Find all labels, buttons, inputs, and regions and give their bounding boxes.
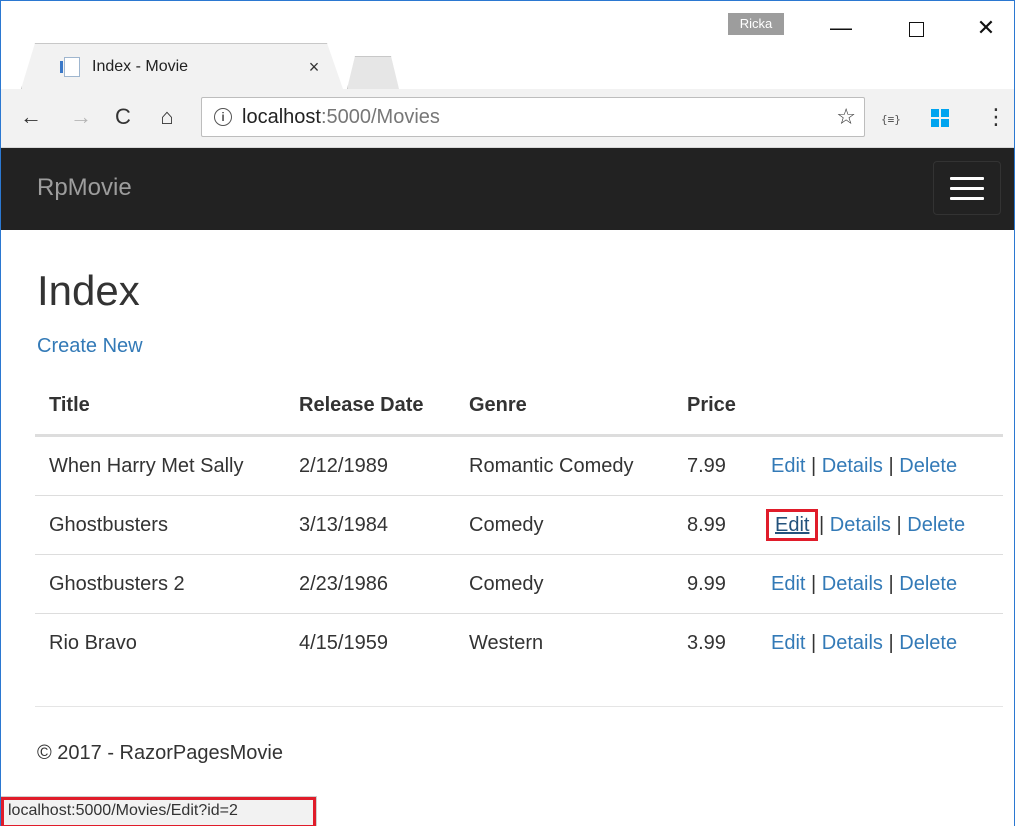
menu-kebab-icon[interactable]: ⋮ <box>985 101 1007 133</box>
brand-link[interactable]: RpMovie <box>37 174 132 202</box>
separator: | <box>811 454 817 477</box>
tab-index-movie[interactable]: Index - Movie × <box>21 43 343 89</box>
delete-link[interactable]: Delete <box>899 573 957 595</box>
table-row: Rio Bravo 4/15/1959 Western 3.99 Edit | … <box>35 614 1003 673</box>
edit-link[interactable]: Edit <box>771 455 805 477</box>
hamburger-bar <box>950 187 984 190</box>
json-extension-icon[interactable]: {≡} <box>881 113 901 126</box>
hamburger-menu-button[interactable] <box>933 161 1001 215</box>
separator: | <box>811 631 817 654</box>
site-navbar: RpMovie <box>1 148 1014 230</box>
separator: | <box>819 513 825 536</box>
url-path: :5000/Movies <box>320 105 440 128</box>
table-row: Ghostbusters 3/13/1984 Comedy 8.99 Edit … <box>35 495 1003 555</box>
back-arrow-icon[interactable]: ← <box>17 101 45 133</box>
page-title: Index <box>37 267 140 314</box>
cell-genre: Western <box>469 631 544 654</box>
column-header-release-date: Release Date <box>285 376 455 437</box>
bookmark-star-icon[interactable]: ☆ <box>836 104 856 130</box>
browser-toolbar: ← → C ⌂ i localhost:5000/Movies ☆ {≡} ⋮ <box>1 89 1014 148</box>
cell-price: 9.99 <box>673 554 757 614</box>
table-row: When Harry Met Sally 2/12/1989 Romantic … <box>35 435 1003 496</box>
maximize-button[interactable] <box>893 11 939 45</box>
tab-close-icon[interactable]: × <box>304 57 324 78</box>
status-bar-url: localhost:5000/Movies/Edit?id=2 <box>1 796 317 826</box>
profile-badge[interactable]: Ricka <box>728 13 784 35</box>
windows-extension-icon[interactable] <box>931 109 949 127</box>
home-icon[interactable]: ⌂ <box>153 101 181 133</box>
address-bar[interactable]: i localhost:5000/Movies ☆ <box>201 97 865 137</box>
page-favicon-icon <box>60 57 80 77</box>
cell-title: Ghostbusters 2 <box>35 554 285 614</box>
tab-strip: Index - Movie × Ricka — ✕ <box>1 1 1014 89</box>
footer-divider <box>35 706 1003 707</box>
separator: | <box>896 513 902 536</box>
cell-price: 3.99 <box>687 631 726 654</box>
cell-genre: Comedy <box>455 495 673 555</box>
delete-link[interactable]: Delete <box>899 632 957 654</box>
separator: | <box>888 454 894 477</box>
cell-actions: Edit | Details | Delete <box>757 435 1003 496</box>
tab-title: Index - Movie <box>92 58 189 75</box>
movies-table: Title Release Date Genre Price When Harr… <box>35 376 1003 672</box>
cell-release-date: 2/12/1989 <box>285 435 455 496</box>
column-header-title: Title <box>35 376 285 437</box>
cell-release-date: 2/23/1986 <box>285 554 455 614</box>
cell-release-date: 3/13/1984 <box>285 495 455 555</box>
edit-link[interactable]: Edit <box>771 632 805 654</box>
minimize-button[interactable]: — <box>818 11 864 45</box>
details-link[interactable]: Details <box>822 573 883 595</box>
table-header-row: Title Release Date Genre Price <box>35 376 1003 437</box>
column-header-actions <box>757 376 1003 437</box>
delete-link[interactable]: Delete <box>899 455 957 477</box>
column-header-price: Price <box>673 376 757 437</box>
separator: | <box>888 572 894 595</box>
cell-price: 8.99 <box>673 495 757 555</box>
details-link[interactable]: Details <box>822 632 883 654</box>
cell-actions: Edit | Details | Delete <box>757 554 1003 614</box>
maximize-icon <box>908 21 924 37</box>
url-text[interactable]: localhost:5000/Movies <box>242 106 836 129</box>
forward-arrow-icon[interactable]: → <box>67 101 95 133</box>
edit-link-highlighted[interactable]: Edit <box>765 508 819 541</box>
cell-price: 7.99 <box>673 435 757 496</box>
cell-genre: Romantic Comedy <box>455 435 673 496</box>
column-header-genre: Genre <box>455 376 673 437</box>
cell-release-date: 4/15/1959 <box>299 631 388 654</box>
browser-window: Index - Movie × Ricka — ✕ ← → C ⌂ i loca… <box>0 0 1015 826</box>
hamburger-bar <box>950 197 984 200</box>
create-new-link[interactable]: Create New <box>37 335 143 358</box>
reload-icon[interactable]: C <box>109 101 137 133</box>
hamburger-bar <box>950 177 984 180</box>
cell-title: Rio Bravo <box>49 631 137 654</box>
delete-link[interactable]: Delete <box>907 514 965 536</box>
new-tab-button[interactable] <box>347 56 399 89</box>
edit-link[interactable]: Edit <box>771 573 805 595</box>
footer-copyright: © 2017 - RazorPagesMovie <box>37 742 283 764</box>
separator: | <box>888 631 894 654</box>
close-window-button[interactable]: ✕ <box>963 11 1009 45</box>
cell-title: Ghostbusters <box>35 495 285 555</box>
cell-actions: Edit | Details | Delete <box>757 614 1003 673</box>
cell-title: When Harry Met Sally <box>35 435 285 496</box>
separator: | <box>811 572 817 595</box>
cell-genre: Comedy <box>455 554 673 614</box>
tab-content: Index - Movie × <box>60 54 324 80</box>
info-icon[interactable]: i <box>214 108 232 126</box>
table-row: Ghostbusters 2 2/23/1986 Comedy 9.99 Edi… <box>35 554 1003 614</box>
cell-actions: Edit | Details | Delete <box>757 495 1003 555</box>
url-host: localhost <box>242 105 321 128</box>
details-link[interactable]: Details <box>830 514 891 536</box>
details-link[interactable]: Details <box>822 455 883 477</box>
